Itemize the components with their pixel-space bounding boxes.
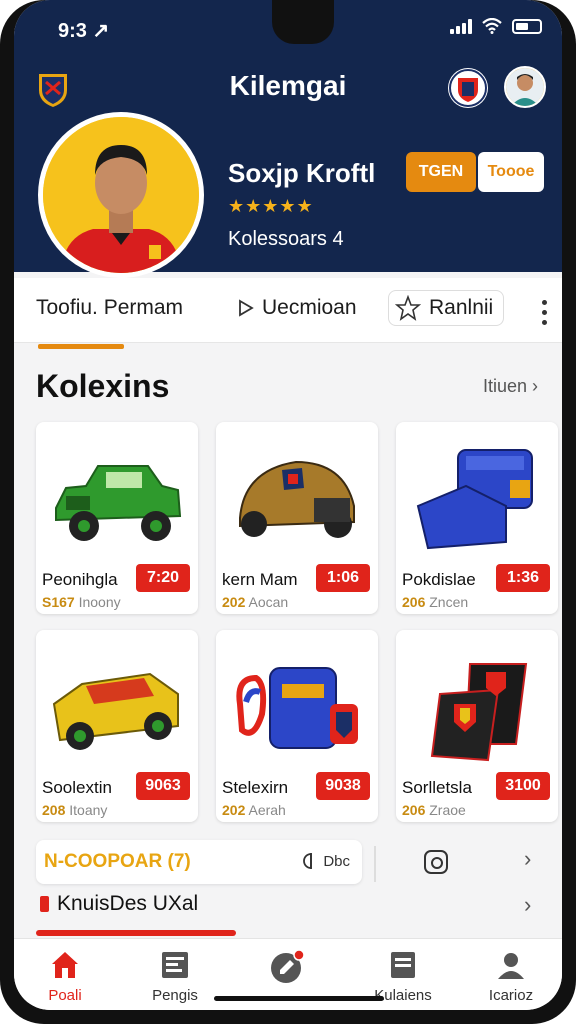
collection-card[interactable]: kern Mam 1:06 202 Aocan [216, 422, 378, 614]
user-icon [498, 953, 524, 979]
notch [272, 0, 334, 44]
blue-backpack-image [236, 667, 358, 749]
player-photo [38, 112, 204, 278]
red-progress-strip [36, 930, 236, 936]
view-all-link[interactable]: Itiuen › [483, 376, 538, 397]
meta-text: Itoany [69, 802, 108, 818]
card-name: Peonihgla [42, 570, 118, 589]
collection-card[interactable]: Stelexirn 9038 202 Aerah [216, 630, 378, 822]
meta-number: 202 [222, 802, 246, 818]
tab-bar: Toofiu. Permam Uecmioan Ranlnii [14, 278, 562, 349]
card-meta: 202 Aocan [222, 594, 288, 610]
red-marker-icon [40, 896, 49, 912]
tab-profile-label: Toofiu. Permam [36, 296, 184, 319]
news-link-row[interactable]: KnuisDes UXal [40, 892, 198, 916]
chevron-right-icon: › [532, 376, 538, 396]
meta-number: 202 [222, 594, 246, 610]
more-options-icon[interactable] [542, 300, 548, 330]
primary-tag-button[interactable]: TGEN [406, 152, 476, 192]
wifi-icon [482, 18, 502, 34]
promo-chip-label: Dbc [323, 852, 350, 870]
price-badge: 1:36 [496, 564, 550, 592]
status-time: 9:3 ↗ [58, 20, 110, 42]
player-subtitle: Kolessoars 4 [228, 228, 344, 250]
secondary-tag-button[interactable]: Toooe [478, 152, 544, 192]
star-outline-icon [395, 295, 421, 321]
card-meta: 206 Zncen [402, 594, 468, 610]
tab-video[interactable]: Uecmioan [238, 296, 357, 320]
meta-number: 206 [402, 594, 426, 610]
home-indicator [214, 996, 384, 1001]
card-name: Sorlletsla [402, 778, 472, 797]
price-badge: 9063 [136, 772, 190, 800]
news-link-label: KnuisDes UXal [57, 892, 199, 915]
chevron-right-icon[interactable]: › [524, 846, 531, 872]
meta-number: 206 [402, 802, 426, 818]
play-icon [239, 299, 254, 317]
book-icon [391, 952, 415, 978]
card-name: Soolextin [42, 778, 112, 797]
card-meta: 202 Aerah [222, 802, 286, 818]
home-icon [52, 952, 78, 978]
nav-home[interactable]: Poali [20, 949, 110, 1004]
user-avatar[interactable] [504, 66, 546, 108]
screen: 9:3 ↗ Kilemgai Soxjp Kroftl ★★★★★ Koless… [14, 0, 562, 1010]
promo-text: N-COOPOAR (7) [44, 851, 191, 872]
price-badge: 7:20 [136, 564, 190, 592]
yellow-car-image [52, 672, 179, 750]
instagram-icon[interactable] [424, 850, 448, 874]
edit-circle-icon [271, 949, 305, 983]
tab-ranking[interactable]: Ranlnii [388, 290, 505, 326]
nav-pengis-label: Pengis [152, 987, 198, 1004]
section-title: Kolexins [36, 368, 170, 404]
card-name: kern Mam [222, 570, 298, 589]
active-tab-indicator [38, 344, 124, 349]
price-badge: 3100 [496, 772, 550, 800]
collection-card[interactable]: Sorlletsla 3100 206 Zraoe [396, 630, 558, 822]
promo-chip[interactable]: Dbc [303, 852, 350, 870]
phone-frame: 9:3 ↗ Kilemgai Soxjp Kroftl ★★★★★ Koless… [0, 0, 576, 1024]
meta-text: Inoony [78, 594, 121, 610]
rating-stars: ★★★★★ [228, 196, 314, 216]
signal-icon [450, 18, 472, 34]
nav-profile[interactable]: Icarioz [466, 949, 556, 1004]
tab-video-label: Uecmioan [262, 296, 357, 319]
card-meta: S167 Inoony [42, 594, 121, 610]
status-icons [450, 18, 542, 34]
collection-card[interactable]: Pokdislae 1:36 206 Zncen [396, 422, 558, 614]
view-all-label: Itiuen [482, 376, 527, 396]
nav-profile-label: Icarioz [488, 987, 534, 1004]
nav-center[interactable] [242, 949, 332, 991]
meta-text: Aerah [248, 802, 286, 818]
list-document-icon [162, 952, 188, 978]
battery-icon [512, 18, 542, 34]
divider [374, 846, 376, 882]
card-name: Stelexirn [222, 778, 289, 797]
chevron-right-icon[interactable]: › [524, 892, 531, 918]
player-name: Soxjp Kroftl [228, 158, 376, 188]
meta-text: Aocan [248, 594, 289, 610]
tab-ranking-label: Ranlnii [429, 296, 494, 319]
collection-card[interactable]: Soolextin 9063 208 Itoany [36, 630, 198, 822]
card-meta: 206 Zraoe [402, 802, 466, 818]
nav-pengis[interactable]: Pengis [130, 949, 220, 1004]
card-meta: 208 Itoany [42, 802, 107, 818]
collection-card[interactable]: Peonihgla 7:20 S167 Inoony [36, 422, 198, 614]
meta-text: Zncen [429, 594, 469, 610]
price-badge: 1:06 [316, 564, 370, 592]
card-name: Pokdislae [402, 570, 476, 589]
meta-number: 208 [42, 802, 66, 818]
brown-helmet-car-image [239, 460, 355, 538]
meta-number: S167 [42, 594, 75, 610]
team-badge-icon[interactable] [448, 68, 488, 108]
black-wallet-image [430, 663, 528, 762]
price-badge: 9038 [316, 772, 370, 800]
meta-text: Zraoe [429, 802, 466, 818]
blue-case-image [416, 449, 533, 550]
green-car-image [55, 465, 182, 541]
nav-home-label: Poali [48, 987, 82, 1004]
half-circle-icon [303, 853, 313, 869]
tab-profile[interactable]: Toofiu. Permam [36, 296, 183, 320]
promo-banner[interactable]: N-COOPOAR (7) Dbc [36, 840, 362, 884]
